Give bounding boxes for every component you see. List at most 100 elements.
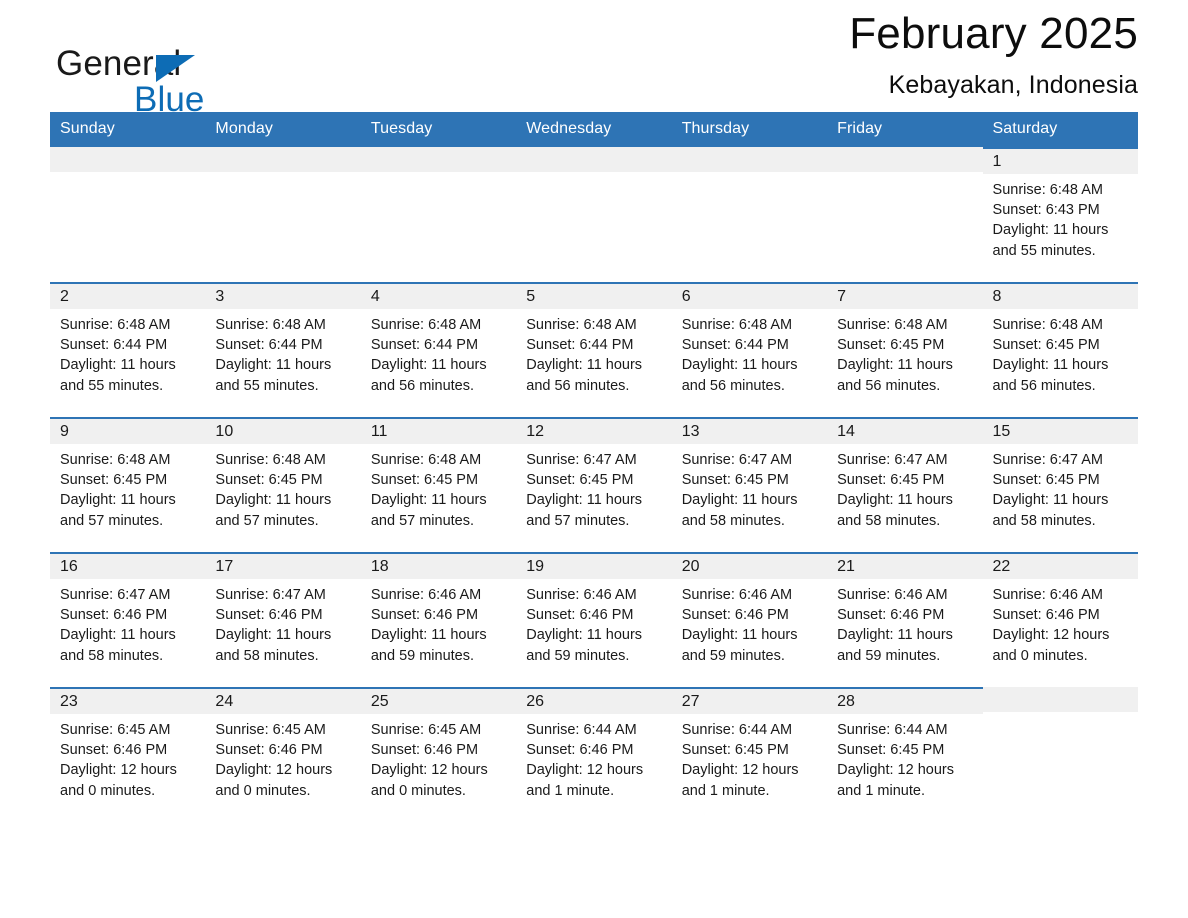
day-cell-inner: 20 Sunrise: 6:46 AM Sunset: 6:46 PM Dayligh… <box>671 552 828 687</box>
calendar-day-cell[interactable]: 12 Sunrise: 6:47 AM Sunset: 6:45 PM Dayligh… <box>516 417 672 552</box>
daylight-text: Daylight: 11 hours and 59 minutes. <box>370 627 487 664</box>
calendar-day-cell[interactable]: 21 Sunrise: 6:46 AM Sunset: 6:46 PM Dayligh… <box>827 552 983 687</box>
daylight-text: Daylight: 11 hours and 57 minutes. <box>370 492 487 529</box>
sunset-text: Sunset: 6:45 PM <box>370 472 479 489</box>
day-cell-inner: 4 Sunrise: 6:48 AM Sunset: 6:44 PM Daylight… <box>360 282 517 417</box>
sunset-text: Sunset: 6:45 PM <box>837 337 945 354</box>
day-number: 25 <box>360 689 517 714</box>
day-number: 2 <box>50 284 206 309</box>
daylight-text: Daylight: 11 hours and 56 minutes. <box>681 357 798 394</box>
day-number <box>671 147 828 172</box>
day-cell-inner: 9 Sunrise: 6:48 AM Sunset: 6:45 PM Daylight… <box>50 417 206 552</box>
day-number: 5 <box>516 284 672 309</box>
sunset-text: Sunset: 6:46 PM <box>215 742 323 759</box>
day-number: 15 <box>982 419 1138 444</box>
calendar-day-cell[interactable]: 23 Sunrise: 6:45 AM Sunset: 6:46 PM Dayligh… <box>50 687 206 822</box>
sunset-text: Sunset: 6:44 PM <box>526 337 634 354</box>
day-cell-inner: 27 Sunrise: 6:44 AM Sunset: 6:45 PM Dayligh… <box>671 687 828 822</box>
daylight-text: Daylight: 11 hours and 55 minutes. <box>992 222 1109 259</box>
calendar-day-cell[interactable]: 25 Sunrise: 6:45 AM Sunset: 6:46 PM Dayligh… <box>360 687 517 822</box>
calendar-day-cell[interactable]: 4 Sunrise: 6:48 AM Sunset: 6:44 PM Daylight… <box>360 282 517 417</box>
day-number: 8 <box>982 284 1138 309</box>
daylight-text: Daylight: 11 hours and 55 minutes. <box>60 357 176 394</box>
day-details: Sunrise: 6:48 AM Sunset: 6:44 PM Daylight:… <box>50 309 205 396</box>
sunrise-text: Sunrise: 6:46 AM <box>681 587 793 603</box>
calendar-week-row: 9 Sunrise: 6:48 AM Sunset: 6:45 PM Daylight… <box>50 417 1138 552</box>
sunset-text: Sunset: 6:45 PM <box>681 472 789 489</box>
day-cell-inner <box>827 147 983 282</box>
calendar-day-cell[interactable]: 20 Sunrise: 6:46 AM Sunset: 6:46 PM Dayligh… <box>671 552 828 687</box>
sunrise-text: Sunrise: 6:48 AM <box>681 317 793 333</box>
day-number: 23 <box>50 689 206 714</box>
sunrise-text: Sunrise: 6:44 AM <box>526 722 637 738</box>
calendar-day-cell[interactable]: 24 Sunrise: 6:45 AM Sunset: 6:46 PM Dayligh… <box>205 687 361 822</box>
brand-logo[interactable]: General Blue <box>56 44 316 124</box>
day-cell-inner: 7 Sunrise: 6:48 AM Sunset: 6:45 PM Daylight… <box>827 282 983 417</box>
daylight-text: Daylight: 12 hours and 0 minutes. <box>60 762 177 799</box>
sunrise-text: Sunrise: 6:48 AM <box>60 452 171 468</box>
calendar-day-cell[interactable]: 5 Sunrise: 6:48 AM Sunset: 6:44 PM Daylight… <box>516 282 672 417</box>
day-cell-inner: 12 Sunrise: 6:47 AM Sunset: 6:45 PM Dayligh… <box>516 417 672 552</box>
day-cell-inner: 19 Sunrise: 6:46 AM Sunset: 6:46 PM Dayligh… <box>516 552 672 687</box>
calendar-week-row: 1 Sunrise: 6:48 AM Sunset: 6:43 PM Daylight… <box>50 147 1138 282</box>
calendar-day-cell[interactable]: 27 Sunrise: 6:44 AM Sunset: 6:45 PM Dayligh… <box>671 687 828 822</box>
sunrise-text: Sunrise: 6:46 AM <box>370 587 482 603</box>
calendar-day-cell[interactable]: 22 Sunrise: 6:46 AM Sunset: 6:46 PM Dayligh… <box>982 552 1138 687</box>
sunset-text: Sunset: 6:44 PM <box>215 337 323 354</box>
calendar-day-cell[interactable]: 19 Sunrise: 6:46 AM Sunset: 6:46 PM Dayligh… <box>516 552 672 687</box>
sunset-text: Sunset: 6:46 PM <box>526 607 634 624</box>
calendar-day-cell[interactable]: 13 Sunrise: 6:47 AM Sunset: 6:45 PM Dayligh… <box>671 417 828 552</box>
day-details: Sunrise: 6:44 AM Sunset: 6:46 PM Daylight:… <box>516 714 671 801</box>
weekday-header-thursday: Thursday <box>671 112 828 147</box>
daylight-text: Daylight: 11 hours and 59 minutes. <box>526 627 643 664</box>
day-details: Sunrise: 6:46 AM Sunset: 6:46 PM Daylight:… <box>672 579 827 666</box>
calendar-day-cell[interactable]: 11 Sunrise: 6:48 AM Sunset: 6:45 PM Dayligh… <box>360 417 517 552</box>
calendar-day-cell[interactable]: 18 Sunrise: 6:46 AM Sunset: 6:46 PM Dayligh… <box>360 552 517 687</box>
daylight-text: Daylight: 11 hours and 56 minutes. <box>837 357 953 394</box>
day-number: 22 <box>982 554 1138 579</box>
calendar-day-cell[interactable]: 14 Sunrise: 6:47 AM Sunset: 6:45 PM Dayligh… <box>827 417 983 552</box>
sunset-text: Sunset: 6:46 PM <box>681 607 789 624</box>
calendar-cell-empty <box>50 147 206 282</box>
day-number: 28 <box>827 689 983 714</box>
calendar-day-cell[interactable]: 6 Sunrise: 6:48 AM Sunset: 6:44 PM Daylight… <box>671 282 828 417</box>
day-number: 26 <box>516 689 672 714</box>
day-number <box>50 147 206 172</box>
calendar-day-cell[interactable]: 16 Sunrise: 6:47 AM Sunset: 6:46 PM Dayligh… <box>50 552 206 687</box>
calendar-cell-empty <box>516 147 672 282</box>
calendar-day-cell[interactable]: 2 Sunrise: 6:48 AM Sunset: 6:44 PM Daylight… <box>50 282 206 417</box>
daylight-text: Daylight: 11 hours and 56 minutes. <box>370 357 487 394</box>
day-cell-inner: 13 Sunrise: 6:47 AM Sunset: 6:45 PM Dayligh… <box>671 417 828 552</box>
sunrise-text: Sunrise: 6:47 AM <box>992 452 1103 468</box>
calendar-week-row: 2 Sunrise: 6:48 AM Sunset: 6:44 PM Daylight… <box>50 282 1138 417</box>
calendar-day-cell[interactable]: 15 Sunrise: 6:47 AM Sunset: 6:45 PM Dayligh… <box>982 417 1138 552</box>
day-number: 24 <box>205 689 361 714</box>
weekday-header-friday: Friday <box>827 112 983 147</box>
calendar-grid: Sunday Monday Tuesday Wednesday Thursday Frid… <box>50 112 1138 822</box>
day-details: Sunrise: 6:48 AM Sunset: 6:44 PM Daylight:… <box>205 309 360 396</box>
calendar-day-cell[interactable]: 1 Sunrise: 6:48 AM Sunset: 6:43 PM Daylight… <box>982 147 1138 282</box>
calendar-body: 1 Sunrise: 6:48 AM Sunset: 6:43 PM Daylight… <box>50 147 1138 822</box>
calendar-day-cell[interactable]: 10 Sunrise: 6:48 AM Sunset: 6:45 PM Dayligh… <box>205 417 361 552</box>
day-cell-inner: 23 Sunrise: 6:45 AM Sunset: 6:46 PM Dayligh… <box>50 687 206 822</box>
calendar-day-cell[interactable]: 3 Sunrise: 6:48 AM Sunset: 6:44 PM Daylight… <box>205 282 361 417</box>
daylight-text: Daylight: 12 hours and 1 minute. <box>681 762 799 799</box>
day-number: 10 <box>205 419 361 444</box>
day-number: 11 <box>360 419 517 444</box>
day-details: Sunrise: 6:48 AM Sunset: 6:45 PM Daylight:… <box>361 444 516 531</box>
day-number: 19 <box>516 554 672 579</box>
calendar-day-cell[interactable]: 8 Sunrise: 6:48 AM Sunset: 6:45 PM Daylight… <box>982 282 1138 417</box>
sunset-text: Sunset: 6:44 PM <box>60 337 168 354</box>
calendar-day-cell[interactable]: 28 Sunrise: 6:44 AM Sunset: 6:45 PM Dayligh… <box>827 687 983 822</box>
calendar-day-cell[interactable]: 17 Sunrise: 6:47 AM Sunset: 6:46 PM Dayligh… <box>205 552 361 687</box>
daylight-text: Daylight: 11 hours and 58 minutes. <box>681 492 798 529</box>
sunrise-text: Sunrise: 6:47 AM <box>837 452 948 468</box>
calendar-cell-empty <box>827 147 983 282</box>
calendar-day-cell[interactable]: 26 Sunrise: 6:44 AM Sunset: 6:46 PM Dayligh… <box>516 687 672 822</box>
sunset-text: Sunset: 6:45 PM <box>60 472 168 489</box>
calendar-day-cell[interactable]: 7 Sunrise: 6:48 AM Sunset: 6:45 PM Daylight… <box>827 282 983 417</box>
daylight-text: Daylight: 11 hours and 56 minutes. <box>526 357 643 394</box>
day-details: Sunrise: 6:47 AM Sunset: 6:45 PM Daylight:… <box>672 444 827 531</box>
calendar-day-cell[interactable]: 9 Sunrise: 6:48 AM Sunset: 6:45 PM Daylight… <box>50 417 206 552</box>
sunrise-text: Sunrise: 6:45 AM <box>370 722 482 738</box>
